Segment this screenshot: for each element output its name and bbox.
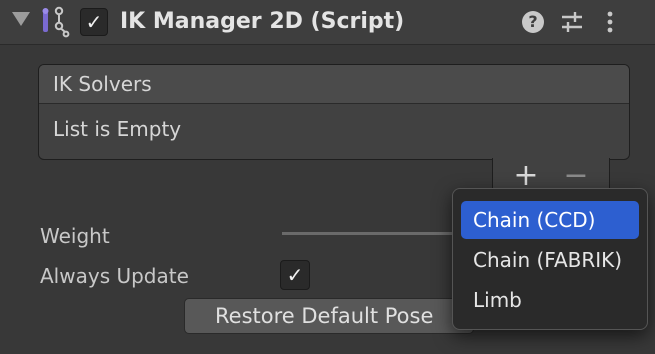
weight-label: Weight	[40, 224, 110, 248]
ik-solvers-list: IK Solvers List is Empty	[38, 64, 630, 160]
component-title: IK Manager 2D (Script)	[120, 9, 405, 34]
list-header-label: IK Solvers	[53, 72, 152, 96]
always-update-label: Always Update	[40, 264, 189, 288]
component-enabled-checkbox[interactable]: ✓	[80, 8, 108, 36]
more-options-icon[interactable]	[602, 8, 618, 36]
foldout-arrow-icon[interactable]	[12, 12, 30, 26]
solver-type-menu: Chain (CCD) Chain (FABRIK) Limb	[452, 188, 648, 330]
help-icon[interactable]: ?	[522, 11, 544, 33]
restore-default-pose-button[interactable]: Restore Default Pose	[184, 298, 474, 334]
presets-icon[interactable]	[558, 8, 586, 36]
checkmark-icon: ✓	[85, 10, 103, 34]
ik-manager-icon	[42, 6, 70, 38]
menu-item-limb[interactable]: Limb	[461, 281, 639, 319]
always-update-checkbox[interactable]: ✓	[280, 260, 310, 290]
list-empty-label: List is Empty	[53, 117, 182, 141]
weight-slider[interactable]	[282, 232, 472, 235]
checkmark-icon: ✓	[286, 263, 304, 287]
menu-item-chain-ccd[interactable]: Chain (CCD)	[461, 201, 639, 239]
menu-item-chain-fabrik[interactable]: Chain (FABRIK)	[461, 241, 639, 279]
